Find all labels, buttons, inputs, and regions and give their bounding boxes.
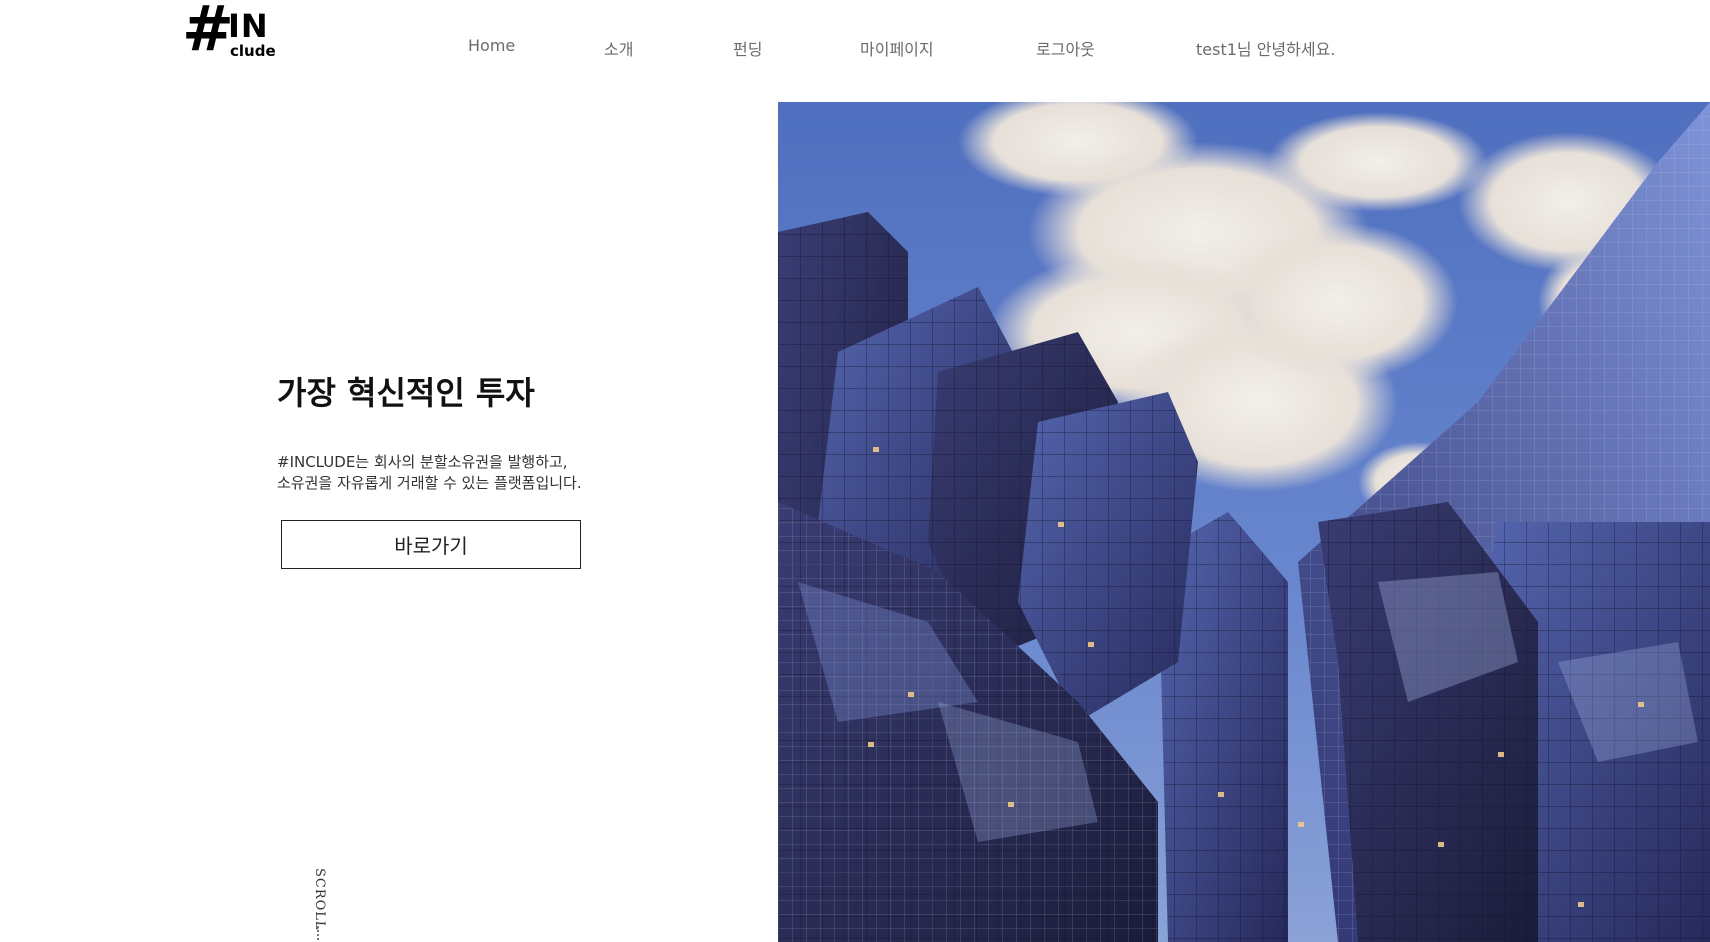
nav-home[interactable]: Home [468,36,515,55]
scroll-indicator[interactable]: SCROLL [300,868,340,942]
hero-description: #INCLUDE는 회사의 분할소유권을 발행하고, 소유권을 자유롭게 거래할… [277,452,582,494]
hero-description-line-1: #INCLUDE는 회사의 분할소유권을 발행하고, [277,453,568,471]
scroll-dots [317,922,319,942]
scroll-label: SCROLL [312,868,327,931]
hero-image-skyscrapers [778,102,1710,942]
nav-funding[interactable]: 펀딩 [733,36,762,60]
main-nav: Home 소개 펀딩 마이페이지 로그아웃 test1님 안녕하세요. [0,36,1710,62]
page: # IN clude Home 소개 펀딩 마이페이지 로그아웃 test1님 … [0,0,1710,942]
nav-about[interactable]: 소개 [604,36,633,60]
nav-mypage[interactable]: 마이페이지 [860,36,934,60]
hero-description-line-2: 소유권을 자유롭게 거래할 수 있는 플랫폼입니다. [277,474,582,492]
hero-title: 가장 혁신적인 투자 [277,374,535,412]
go-button[interactable]: 바로가기 [281,520,581,569]
skyscraper-illustration [778,102,1710,942]
nav-logout[interactable]: 로그아웃 [1036,36,1095,60]
nav-user-greeting: test1님 안녕하세요. [1196,40,1336,59]
